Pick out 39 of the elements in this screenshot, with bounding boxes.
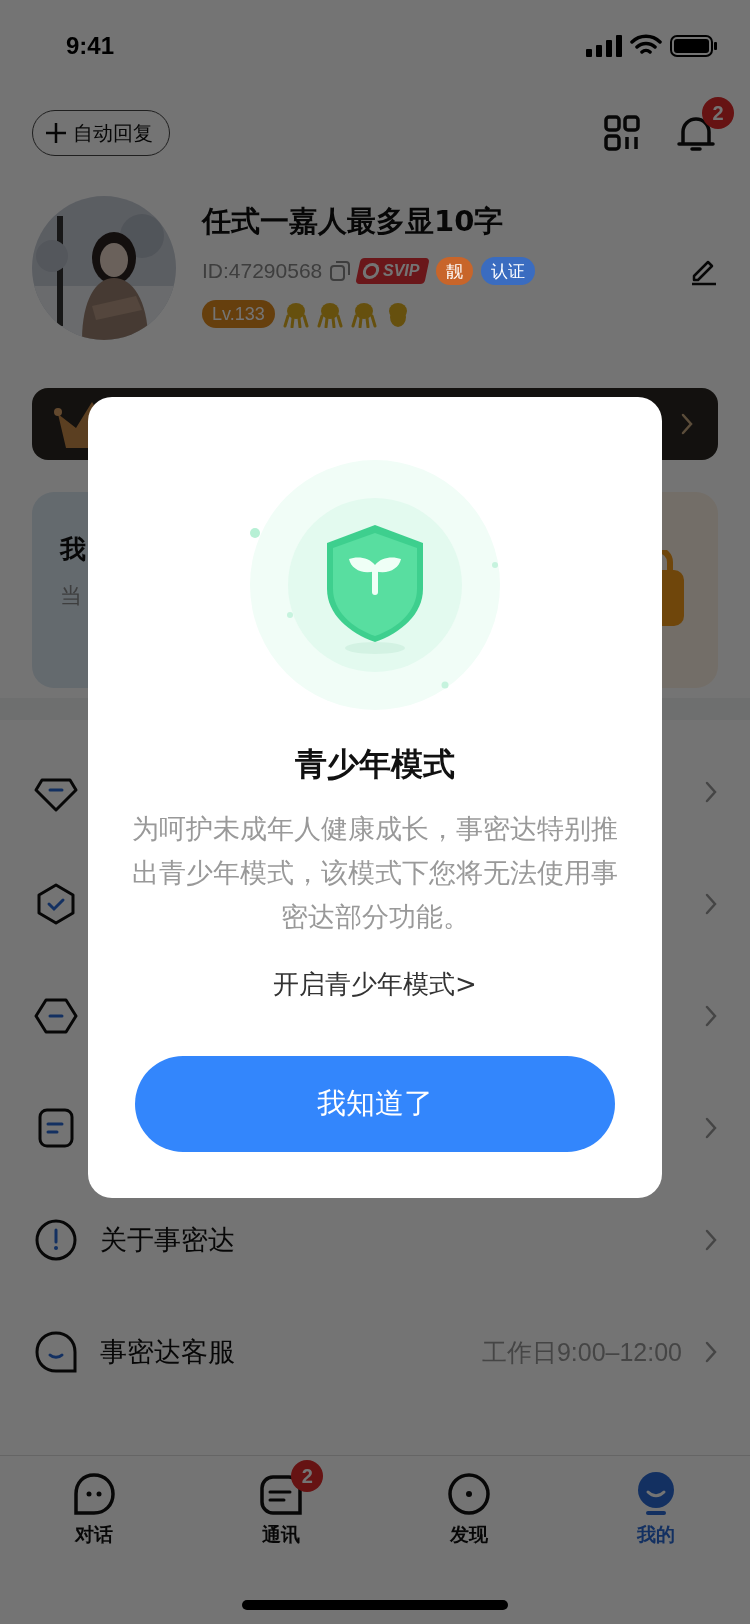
level-badge: Lv.133	[202, 300, 275, 328]
card-title: 我	[60, 533, 87, 566]
chevron-right-icon	[704, 780, 718, 804]
chevron-right-icon	[704, 1116, 718, 1140]
pet-icon	[282, 300, 309, 328]
enable-mode-link[interactable]: 开启青少年模式>	[273, 967, 477, 1002]
chat-bubble-icon	[71, 1472, 116, 1516]
svip-badge: SVIP	[355, 258, 431, 284]
chevron-right-icon	[704, 892, 718, 916]
chevron-right-icon	[704, 1228, 718, 1252]
profile-tag: 认证	[480, 257, 535, 285]
message-icon	[259, 1472, 304, 1516]
info-icon	[34, 1218, 78, 1262]
copy-icon	[330, 261, 351, 281]
pet-icon	[350, 300, 377, 328]
menu-item-label[interactable]: 关于事密达	[100, 1222, 682, 1258]
battery-icon	[670, 34, 718, 58]
user-name: 任式一嘉人最多显10字	[202, 203, 504, 240]
confirm-button[interactable]: 我知道了	[135, 1056, 615, 1152]
unread-badge: 2	[291, 1460, 324, 1492]
plus-icon	[45, 122, 67, 144]
grid-icon	[604, 115, 640, 151]
dialog-message: 为呵护未成年人健康成长，事密达特别推出青少年模式，该模式下您将无法使用事密达部分功能。	[131, 812, 619, 934]
signal-icon	[586, 35, 622, 57]
tab-item[interactable]: 我的	[562, 1456, 750, 1554]
tab-item[interactable]: 对话	[0, 1456, 188, 1554]
chevron-right-icon	[680, 412, 694, 436]
notification-badge: 2	[702, 97, 734, 129]
tab-item[interactable]: 发现	[375, 1456, 563, 1554]
dialog-title: 青少年模式	[295, 744, 455, 785]
tab-item[interactable]: 2 通讯	[187, 1456, 375, 1554]
chevron-right-icon	[704, 1340, 718, 1364]
pet-icon	[316, 300, 343, 328]
chevron-right-icon	[704, 1004, 718, 1028]
menu-item-label[interactable]: 事密达客服	[100, 1334, 460, 1370]
compass-icon	[446, 1472, 491, 1516]
status-time: 9:41	[66, 32, 115, 60]
profile-tag: 靓	[435, 257, 473, 285]
smile-bubble-icon	[34, 1330, 78, 1374]
